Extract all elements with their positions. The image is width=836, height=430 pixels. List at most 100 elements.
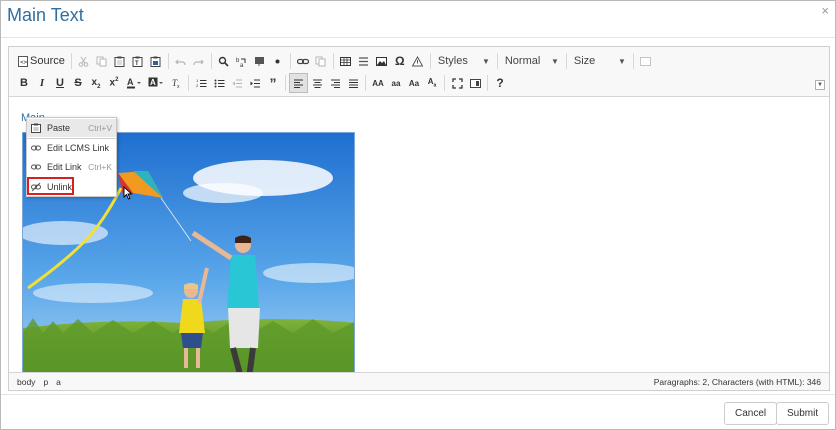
case-toggle-button[interactable]: Aa (423, 73, 441, 93)
uppercase-icon: AA (372, 78, 384, 88)
align-right-icon (330, 78, 340, 88)
editor-toolbar: <> Source T b a Ω Styles ▼ Normal ▼ Size… (9, 47, 829, 97)
subscript-button[interactable]: x2 (87, 73, 105, 93)
spellcheck-button[interactable] (269, 51, 287, 71)
horizontal-rule-button[interactable] (355, 51, 373, 71)
bulleted-list-button[interactable] (210, 73, 228, 93)
svg-text:a: a (240, 63, 244, 67)
paste-text-icon: T (132, 56, 143, 67)
context-menu-edit-lcms-link[interactable]: Edit LCMS Link (27, 139, 116, 157)
format-dropdown[interactable]: Normal ▼ (501, 52, 563, 70)
table-button[interactable] (337, 51, 355, 71)
iframe-button[interactable] (409, 51, 427, 71)
find-button[interactable] (215, 51, 233, 71)
submit-button[interactable]: Submit (776, 402, 830, 425)
remove-format-icon: Tx (172, 78, 180, 89)
link-button[interactable] (294, 51, 312, 71)
svg-text:<>: <> (20, 59, 28, 66)
close-icon[interactable]: × (821, 3, 829, 18)
underline-button[interactable]: U (51, 73, 69, 93)
outdent-button[interactable] (228, 73, 246, 93)
image-icon (376, 56, 388, 66)
template-icon (640, 56, 652, 66)
context-menu-unlink[interactable]: Unlink (27, 178, 116, 196)
unlink-toolbar-button[interactable] (312, 51, 330, 71)
context-menu-label: Edit Link (47, 162, 82, 172)
redo-icon (193, 59, 205, 65)
align-right-button[interactable] (326, 73, 344, 93)
cancel-button[interactable]: Cancel (724, 402, 778, 425)
superscript-icon: x2 (109, 77, 119, 89)
link-icon (296, 58, 309, 64)
text-color-button[interactable]: A (123, 73, 145, 93)
unlink-icon (31, 182, 41, 192)
undo-icon (175, 59, 186, 65)
editor-content-area[interactable]: Main (9, 98, 829, 372)
align-left-button[interactable] (289, 73, 308, 93)
toolbar-divider (632, 53, 634, 69)
context-menu-shortcut: Ctrl+V (88, 123, 112, 133)
lowercase-button[interactable]: aa (387, 73, 405, 93)
special-char-button[interactable]: Ω (391, 51, 409, 71)
bold-button[interactable]: B (15, 73, 33, 93)
toolbar-divider (429, 53, 431, 69)
image-button[interactable] (373, 51, 391, 71)
select-all-icon (255, 56, 265, 66)
source-label: Source (30, 55, 65, 67)
undo-button[interactable] (172, 51, 190, 71)
paste-word-icon (150, 56, 161, 67)
capitalize-button[interactable]: Aa (405, 73, 423, 93)
italic-icon: I (39, 77, 45, 89)
size-dropdown[interactable]: Size ▼ (570, 52, 630, 70)
link-icon (31, 145, 41, 151)
remove-format-button[interactable]: Tx (167, 73, 185, 93)
blockquote-button[interactable]: ” (264, 73, 282, 93)
uppercase-button[interactable]: AA (369, 73, 387, 93)
align-center-button[interactable] (308, 73, 326, 93)
title-divider (1, 37, 835, 38)
context-menu-shortcut: Ctrl+K (88, 162, 112, 172)
cut-button[interactable] (75, 51, 93, 71)
context-menu-paste[interactable]: Paste Ctrl+V (27, 119, 116, 137)
italic-button[interactable]: I (33, 73, 51, 93)
collapse-toolbar-button[interactable]: ▼ (815, 80, 825, 90)
toolbar-divider (70, 53, 72, 69)
toolbar-divider (285, 75, 286, 91)
select-all-button[interactable] (251, 51, 269, 71)
svg-text:A: A (150, 78, 156, 87)
numbered-list-button[interactable]: 12 (192, 73, 210, 93)
styles-dropdown[interactable]: Styles ▼ (434, 52, 494, 70)
context-menu-label: Edit LCMS Link (47, 143, 110, 153)
background-color-icon: A (148, 77, 163, 87)
svg-text:2: 2 (196, 83, 199, 88)
replace-button[interactable]: ba (233, 51, 251, 71)
source-button[interactable]: <> Source (15, 51, 68, 71)
copy-button[interactable] (93, 51, 111, 71)
paste-word-button[interactable] (147, 51, 165, 71)
indent-button[interactable] (246, 73, 264, 93)
path-item[interactable]: body (17, 377, 35, 387)
superscript-button[interactable]: x2 (105, 73, 123, 93)
redo-button[interactable] (190, 51, 208, 71)
chevron-down-icon: ▼ (550, 56, 559, 66)
dialog-title: Main Text (7, 5, 84, 25)
justify-button[interactable] (344, 73, 362, 93)
path-item[interactable]: p (43, 377, 48, 387)
maximize-button[interactable] (448, 73, 466, 93)
question-icon: ? (496, 76, 504, 90)
strikethrough-button[interactable]: S (69, 73, 87, 93)
triangle-down-icon: ▼ (817, 82, 823, 88)
background-color-button[interactable]: A (145, 73, 167, 93)
help-button[interactable]: ? (491, 73, 509, 93)
paste-text-button[interactable]: T (129, 51, 147, 71)
svg-text:A: A (127, 77, 134, 87)
svg-text:x: x (177, 84, 180, 89)
text-color-icon: A (127, 77, 141, 89)
context-menu-edit-link[interactable]: Edit Link Ctrl+K (27, 158, 116, 176)
show-blocks-button[interactable] (466, 73, 484, 93)
maximize-icon (451, 77, 463, 89)
templates-button[interactable] (637, 51, 655, 71)
path-item[interactable]: a (56, 377, 61, 387)
warning-icon (412, 55, 424, 66)
paste-button[interactable] (111, 51, 129, 71)
